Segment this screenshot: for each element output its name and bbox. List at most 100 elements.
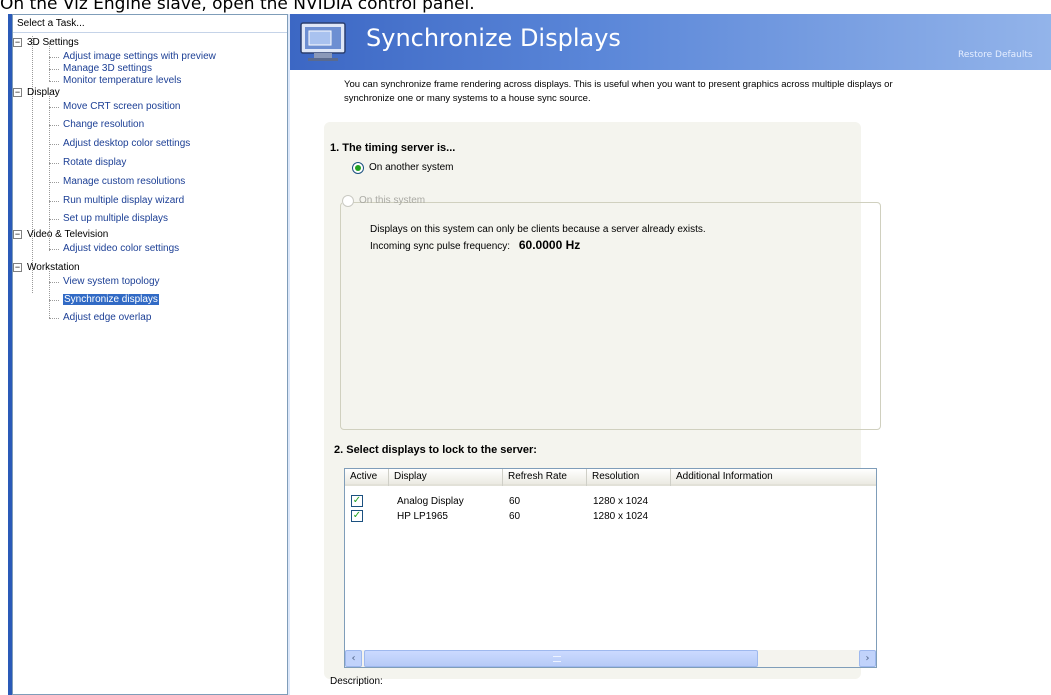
tree-connector xyxy=(49,182,59,183)
timing-server-heading: 1. The timing server is... xyxy=(330,142,456,154)
tree-connector xyxy=(49,219,59,220)
collapse-icon[interactable]: − xyxy=(13,88,22,97)
displays-list[interactable]: Active Display Refresh Rate Resolution A… xyxy=(344,468,877,668)
tree-connector xyxy=(49,201,59,202)
this-system-groupbox xyxy=(340,202,881,430)
task-pane: Select a Task... − 3D Settings Adjust im… xyxy=(12,14,288,695)
page-intro: You can synchronize frame rendering acro… xyxy=(344,78,1044,106)
tree-connector xyxy=(49,81,59,82)
task-link-label: View system topology xyxy=(63,276,160,287)
intro-line: synchronize one or many systems to a hou… xyxy=(344,93,591,104)
sync-frequency-label: Incoming sync pulse frequency: xyxy=(370,241,511,252)
radio-selected-icon[interactable] xyxy=(352,162,364,174)
list-header: Active Display Refresh Rate Resolution A… xyxy=(345,469,876,486)
resolution: 1280 x 1024 xyxy=(593,511,649,522)
tree-category-display[interactable]: − Display xyxy=(13,85,60,100)
restore-defaults-link[interactable]: Restore Defaults xyxy=(958,50,1033,60)
task-link-label: Synchronize displays xyxy=(63,294,159,305)
tree-connector xyxy=(49,57,59,58)
task-link-set-up-multiple-displays[interactable]: Set up multiple displays xyxy=(63,211,168,226)
scroll-thumb[interactable] xyxy=(364,650,758,667)
tree-connector xyxy=(49,107,59,108)
scroll-left-icon[interactable]: ‹ xyxy=(345,650,362,667)
tree-category-label: 3D Settings xyxy=(27,37,79,48)
sync-frequency-value: 60.0000 Hz xyxy=(518,238,581,252)
task-pane-header: Select a Task... xyxy=(13,15,287,33)
horizontal-scrollbar[interactable]: ‹ › xyxy=(345,650,876,667)
tree-category-label: Display xyxy=(27,87,60,98)
task-link-label: Manage custom resolutions xyxy=(63,176,186,187)
refresh-rate: 60 xyxy=(509,511,521,522)
tree-category-video-television[interactable]: − Video & Television xyxy=(13,227,109,242)
task-link-label: Rotate display xyxy=(63,157,127,168)
task-link-synchronize-displays[interactable]: Synchronize displays xyxy=(63,292,159,307)
radio-on-this-system[interactable]: On this system xyxy=(342,194,425,208)
page-title: Synchronize Displays xyxy=(366,24,621,52)
scroll-grip xyxy=(553,656,561,662)
tree-connector xyxy=(49,249,59,250)
radio-label: On another system xyxy=(369,162,454,173)
main-content: Synchronize Displays Restore Defaults Yo… xyxy=(290,14,1051,695)
column-header-display[interactable]: Display xyxy=(389,469,503,486)
description-label: Description: xyxy=(330,676,383,687)
page-banner: Synchronize Displays Restore Defaults xyxy=(290,14,1051,70)
task-link-label: Set up multiple displays xyxy=(63,213,169,224)
column-header-refresh-rate[interactable]: Refresh Rate xyxy=(503,469,587,486)
column-header-active[interactable]: Active xyxy=(345,469,389,486)
task-link-multiple-display-wizard[interactable]: Run multiple display wizard xyxy=(63,193,184,208)
task-link-adjust-video-color[interactable]: Adjust video color settings xyxy=(63,241,179,256)
tree-connector xyxy=(49,69,59,70)
task-link-move-crt[interactable]: Move CRT screen position xyxy=(63,99,180,114)
task-link-label: Adjust edge overlap xyxy=(63,312,152,323)
resolution: 1280 x 1024 xyxy=(593,496,649,507)
intro-line: You can synchronize frame rendering acro… xyxy=(344,79,893,90)
task-link-rotate-display[interactable]: Rotate display xyxy=(63,155,126,170)
collapse-icon[interactable]: − xyxy=(13,38,22,47)
tree-connector xyxy=(49,144,59,145)
collapse-icon[interactable]: − xyxy=(13,263,22,272)
task-link-adjust-desktop-color[interactable]: Adjust desktop color settings xyxy=(63,136,190,151)
list-item[interactable]: ✓ Analog Display 60 1280 x 1024 xyxy=(345,495,876,508)
tree-category-3d-settings[interactable]: − 3D Settings xyxy=(13,35,79,50)
refresh-rate: 60 xyxy=(509,496,521,507)
task-link-adjust-edge-overlap[interactable]: Adjust edge overlap xyxy=(63,310,151,325)
task-link-monitor-temperature[interactable]: Monitor temperature levels xyxy=(63,73,181,88)
task-link-label: Adjust desktop color settings xyxy=(63,138,191,149)
task-link-label: Run multiple display wizard xyxy=(63,195,185,206)
radio-label: On this system xyxy=(359,195,426,206)
select-displays-heading: 2. Select displays to lock to the server… xyxy=(334,444,537,456)
tree-category-label: Workstation xyxy=(27,262,80,273)
list-item[interactable]: ✓ HP LP1965 60 1280 x 1024 xyxy=(345,510,876,523)
task-link-change-resolution[interactable]: Change resolution xyxy=(63,117,144,132)
sync-frequency: Incoming sync pulse frequency: 60.0000 H… xyxy=(370,238,580,252)
task-link-label: Monitor temperature levels xyxy=(63,75,182,86)
tree-category-label: Video & Television xyxy=(27,229,109,240)
collapse-icon[interactable]: − xyxy=(13,230,22,239)
tree-connector xyxy=(49,125,59,126)
display-name: Analog Display xyxy=(397,496,464,507)
column-header-additional-info[interactable]: Additional Information xyxy=(671,469,876,486)
task-link-label: Change resolution xyxy=(63,119,145,130)
task-link-custom-resolutions[interactable]: Manage custom resolutions xyxy=(63,174,185,189)
clients-info-text: Displays on this system can only be clie… xyxy=(370,224,706,235)
active-checkbox[interactable]: ✓ xyxy=(351,495,363,507)
tree-branch-line xyxy=(49,43,50,81)
tutorial-caption: On the Viz Engine slave, open the NVIDIA… xyxy=(0,0,475,14)
column-header-resolution[interactable]: Resolution xyxy=(587,469,671,486)
tree-branch-line xyxy=(49,268,50,318)
tree-connector xyxy=(49,163,59,164)
tree-branch-line xyxy=(49,235,50,249)
active-checkbox[interactable]: ✓ xyxy=(351,510,363,522)
display-name: HP LP1965 xyxy=(397,511,448,522)
tree-root-line xyxy=(32,36,33,293)
scroll-right-icon[interactable]: › xyxy=(859,650,876,667)
task-link-label: Adjust video color settings xyxy=(63,243,180,254)
tree-connector xyxy=(49,282,59,283)
radio-unselected-icon[interactable] xyxy=(342,195,354,207)
tree-connector xyxy=(49,300,59,301)
task-link-label: Move CRT screen position xyxy=(63,101,181,112)
tree-category-workstation[interactable]: − Workstation xyxy=(13,260,80,275)
monitors-icon xyxy=(300,22,346,62)
tree-connector xyxy=(49,318,59,319)
task-link-view-system-topology[interactable]: View system topology xyxy=(63,274,160,289)
